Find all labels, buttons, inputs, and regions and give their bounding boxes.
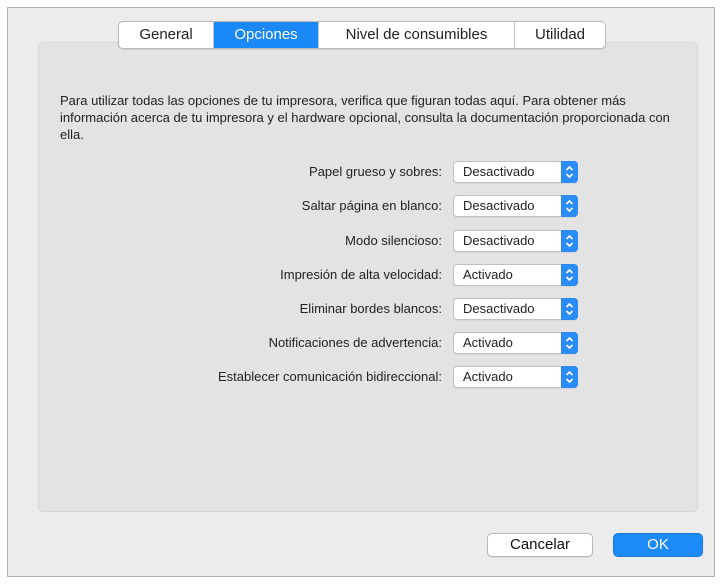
option-select-modo-silencioso[interactable]: Desactivado (453, 230, 578, 252)
option-label: Establecer comunicación bidireccional: (217, 369, 442, 384)
cancel-button[interactable]: Cancelar (487, 533, 593, 557)
option-select-comunicacion-bidireccional[interactable]: Activado (453, 366, 578, 388)
option-row-eliminar-bordes: Eliminar bordes blancos: Desactivado (0, 298, 724, 320)
option-value: Desactivado (463, 301, 535, 316)
option-value: Desactivado (463, 233, 535, 248)
tab-general[interactable]: General (119, 22, 214, 48)
chevron-up-down-icon (561, 161, 578, 183)
options-description: Para utilizar todas las opciones de tu i… (60, 93, 670, 142)
option-label: Eliminar bordes blancos: (299, 301, 442, 316)
option-value: Activado (463, 267, 513, 282)
chevron-up-down-icon (561, 366, 578, 388)
option-value: Desactivado (463, 198, 535, 213)
option-row-alta-velocidad: Impresión de alta velocidad: Activado (0, 264, 724, 286)
option-row-modo-silencioso: Modo silencioso: Desactivado (0, 230, 724, 252)
option-select-saltar-pagina[interactable]: Desactivado (453, 195, 578, 217)
chevron-up-down-icon (561, 230, 578, 252)
tab-nivel-de-consumibles[interactable]: Nivel de consumibles (319, 22, 515, 48)
option-label: Notificaciones de advertencia: (268, 335, 442, 350)
option-select-eliminar-bordes[interactable]: Desactivado (453, 298, 578, 320)
option-label: Saltar página en blanco: (301, 198, 442, 213)
tab-bar: General Opciones Nivel de consumibles Ut… (118, 21, 606, 49)
chevron-up-down-icon (561, 264, 578, 286)
option-label: Impresión de alta velocidad: (280, 267, 442, 282)
option-row-saltar-pagina: Saltar página en blanco: Desactivado (0, 195, 724, 217)
option-value: Activado (463, 335, 513, 350)
option-select-notificaciones[interactable]: Activado (453, 332, 578, 354)
chevron-up-down-icon (561, 195, 578, 217)
option-label: Papel grueso y sobres: (309, 164, 442, 179)
option-row-notificaciones: Notificaciones de advertencia: Activado (0, 332, 724, 354)
option-select-alta-velocidad[interactable]: Activado (453, 264, 578, 286)
tab-utilidad[interactable]: Utilidad (515, 22, 605, 48)
ok-button[interactable]: OK (613, 533, 703, 557)
option-row-papel-grueso: Papel grueso y sobres: Desactivado (0, 161, 724, 183)
chevron-up-down-icon (561, 298, 578, 320)
option-label: Modo silencioso: (345, 233, 442, 248)
chevron-up-down-icon (561, 332, 578, 354)
option-value: Desactivado (463, 164, 535, 179)
tab-opciones[interactable]: Opciones (214, 22, 319, 48)
option-row-comunicacion-bidireccional: Establecer comunicación bidireccional: A… (0, 366, 724, 388)
option-value: Activado (463, 369, 513, 384)
option-select-papel-grueso[interactable]: Desactivado (453, 161, 578, 183)
